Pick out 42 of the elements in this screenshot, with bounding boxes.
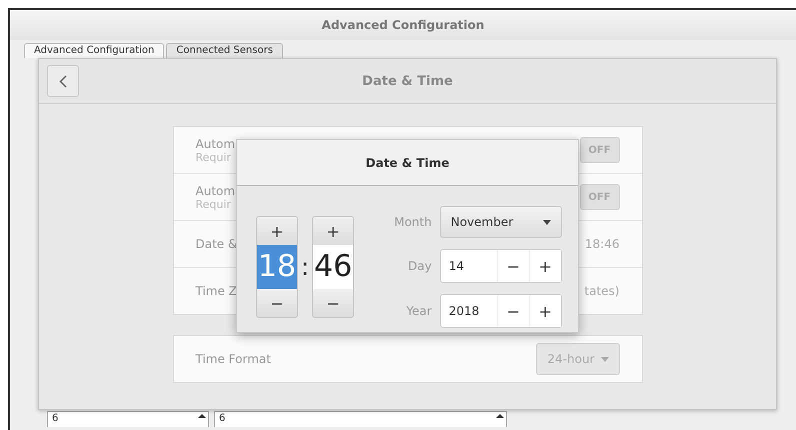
- tab[interactable]: Connected Sensors: [166, 43, 283, 58]
- field-label: Day: [407, 259, 432, 273]
- up-arrow-icon: [196, 412, 208, 420]
- back-button[interactable]: [47, 65, 79, 97]
- setting-description: Requir: [196, 150, 232, 164]
- panel-title: Date & Time: [362, 74, 453, 88]
- field-label: Year: [405, 304, 432, 318]
- field-label: Month: [394, 215, 432, 229]
- decrement-button[interactable]: −: [313, 289, 354, 317]
- day-input[interactable]: 14: [440, 250, 497, 282]
- popup-title: Date & Time: [366, 156, 450, 170]
- chevron-left-icon: [59, 74, 67, 88]
- increment-button[interactable]: +: [528, 295, 561, 327]
- month-dropdown[interactable]: November: [440, 206, 562, 238]
- caret-icon: [600, 356, 608, 362]
- field-value: 6: [218, 412, 226, 426]
- setting-label: Date &: [196, 237, 238, 251]
- window-title: Advanced Configuration: [322, 18, 484, 32]
- increment-button[interactable]: +: [528, 250, 561, 282]
- time-spinner[interactable]: + 46 −: [312, 216, 354, 318]
- increment-button[interactable]: +: [313, 217, 354, 245]
- setting-label: Autom: [196, 184, 236, 198]
- setting-label: Time Z: [196, 284, 237, 298]
- tab[interactable]: Advanced Configuration: [24, 43, 164, 58]
- time-spinner[interactable]: + 18 −: [256, 216, 298, 318]
- field-value: 6: [51, 412, 58, 426]
- setting-label: Time Format: [196, 352, 271, 366]
- time-separator: :: [301, 253, 310, 281]
- year-input[interactable]: 2018: [440, 295, 497, 327]
- increment-button[interactable]: +: [257, 217, 297, 245]
- setting-value: 18:46: [584, 237, 620, 251]
- spin-field[interactable]: 6: [214, 411, 507, 427]
- year-field[interactable]: 2018 − +: [440, 294, 562, 328]
- up-arrow-icon: [494, 412, 506, 420]
- decrement-button[interactable]: −: [257, 289, 297, 317]
- setting-description: Requir: [196, 198, 232, 210]
- time-value[interactable]: 46: [313, 245, 354, 289]
- setting-label: Autom: [196, 136, 236, 150]
- caret-icon: [542, 220, 551, 224]
- spin-field[interactable]: 6: [47, 411, 209, 427]
- day-field[interactable]: 14 − +: [440, 249, 562, 283]
- setting-value: tates): [584, 284, 620, 298]
